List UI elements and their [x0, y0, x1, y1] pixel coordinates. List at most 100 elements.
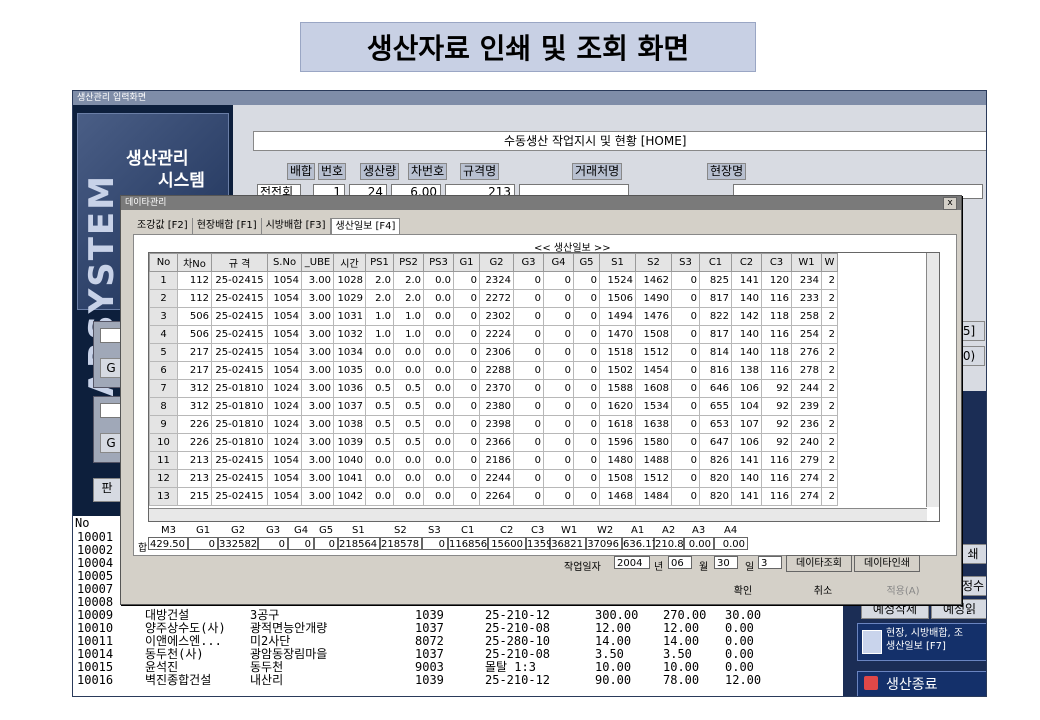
grid-vertical-scrollbar[interactable]	[926, 253, 939, 507]
column-header[interactable]: S.No	[267, 253, 302, 272]
exit-icon	[864, 676, 878, 690]
table-cell: 0	[543, 325, 574, 344]
column-header[interactable]: G1	[453, 253, 480, 272]
list-cell: 0.00	[725, 621, 754, 635]
table-cell: 2244	[479, 469, 514, 488]
day-from-field[interactable]: 30	[714, 556, 738, 569]
table-cell: 116	[761, 289, 792, 308]
apply-button[interactable]: 적용(A)	[871, 584, 935, 600]
table-row[interactable]: 3 506 25-02415 1054 3.00 1031 1.0 1.0 0.0 0 2302 0 0…	[149, 307, 838, 326]
table-cell: 1518	[599, 343, 636, 362]
totals-value: 15600	[488, 537, 526, 550]
column-header[interactable]: PS3	[423, 253, 454, 272]
production-grid[interactable]: No 차No 규 격 S.No _UBE 시간 PS1 PS2 PS3 G1 G2 G3 G4 G5 S1 S…	[148, 252, 940, 522]
column-header[interactable]: No	[149, 253, 178, 272]
right-button-6[interactable]: 쇄	[958, 544, 986, 564]
ok-button[interactable]: 확인	[711, 584, 775, 600]
list-cell: 25-280-10	[485, 634, 551, 648]
table-cell: 0.5	[365, 379, 394, 398]
column-header[interactable]: G5	[573, 253, 600, 272]
column-header[interactable]: S3	[671, 253, 700, 272]
table-row[interactable]: 12 213 25-02415 1054 3.00 1041 0.0 0.0 0.0 0 2244 0…	[149, 469, 838, 488]
list-cell: 14.00	[663, 634, 700, 648]
table-row[interactable]: 13 215 25-02415 1054 3.00 1042 0.0 0.0 0.0 0 2264 0…	[149, 487, 838, 506]
cancel-button[interactable]: 취소	[791, 584, 855, 600]
table-cell: 2272	[479, 289, 514, 308]
table-row[interactable]: 2 112 25-02415 1054 3.00 1029 2.0 2.0 0.0 0 2272 0 0…	[149, 289, 838, 308]
table-cell: 141	[731, 487, 762, 506]
table-cell: 12	[149, 469, 178, 488]
table-cell: 1039	[333, 433, 366, 452]
table-row[interactable]: 7 312 25-01810 1024 3.00 1036 0.5 0.5 0.0 0 2370 0 0…	[149, 379, 838, 398]
table-row[interactable]: 8 312 25-01810 1024 3.00 1037 0.5 0.5 0.0 0 2380 0 0…	[149, 397, 838, 416]
table-cell: 0	[671, 379, 700, 398]
table-cell: 92	[761, 415, 792, 434]
close-icon[interactable]: x	[943, 197, 957, 210]
column-header[interactable]: C2	[731, 253, 762, 272]
column-header[interactable]: _UBE	[301, 253, 334, 272]
dialog-tabs: 조강값 [F2] 현장배합 [F1] 시방배합 [F3] 생산일보 [F4]	[133, 218, 401, 235]
table-row[interactable]: 4 506 25-02415 1054 3.00 1032 1.0 1.0 0.0 0 2224 0 0…	[149, 325, 838, 344]
month-field[interactable]: 06	[668, 556, 692, 569]
table-cell: 25-02415	[211, 307, 268, 326]
left-button-g1[interactable]: G	[100, 358, 122, 378]
column-header[interactable]: C1	[699, 253, 732, 272]
table-cell: 116	[761, 361, 792, 380]
totals-value: 429.50	[148, 537, 188, 550]
tab-strength[interactable]: 조강값 [F2]	[133, 218, 193, 234]
totals-header: G2	[231, 525, 246, 536]
list-cell: 3.50	[663, 647, 692, 661]
table-row[interactable]: 10 226 25-01810 1024 3.00 1039 0.5 0.5 0.0 0 2366 0…	[149, 433, 838, 452]
table-cell: 0	[513, 343, 544, 362]
column-header[interactable]: S1	[599, 253, 636, 272]
table-cell: 0.0	[365, 343, 394, 362]
table-cell: 106	[731, 433, 762, 452]
column-header[interactable]: G3	[513, 253, 544, 272]
right-button-7[interactable]: 정수	[958, 576, 986, 596]
table-cell: 1032	[333, 325, 366, 344]
column-header[interactable]: W	[821, 253, 838, 272]
table-row[interactable]: 9 226 25-01810 1024 3.00 1038 0.5 0.5 0.0 0 2398 0 0…	[149, 415, 838, 434]
daily-report-button[interactable]: 현장, 시방배합, 조 생산일보 [F7]	[857, 623, 986, 661]
column-header[interactable]: 차No	[177, 253, 212, 272]
production-exit-button[interactable]: 생산종료	[857, 671, 986, 696]
table-row[interactable]: 1 112 25-02415 1054 3.00 1028 2.0 2.0 0.0 0 2324 0 0…	[149, 271, 838, 290]
table-cell: 1	[149, 271, 178, 290]
table-cell: 0.0	[423, 433, 454, 452]
table-cell: 1488	[635, 451, 672, 470]
year-field[interactable]: 2004	[614, 556, 650, 569]
column-header[interactable]: G2	[479, 253, 514, 272]
table-row[interactable]: 11 213 25-02415 1054 3.00 1040 0.0 0.0 0.0 0 2186 0…	[149, 451, 838, 470]
tab-site-mix[interactable]: 현장배합 [F1]	[193, 218, 262, 234]
column-header[interactable]: 시간	[333, 253, 366, 272]
list-cell: 25-210-12	[485, 673, 551, 687]
table-cell: 822	[699, 307, 732, 326]
column-header[interactable]: W1	[791, 253, 822, 272]
tab-daily-report[interactable]: 생산일보 [F4]	[330, 218, 401, 235]
column-header[interactable]: G4	[543, 253, 574, 272]
table-cell: 1638	[635, 415, 672, 434]
column-header[interactable]: C3	[761, 253, 792, 272]
data-query-button[interactable]: 데이타조회	[786, 555, 852, 572]
column-header[interactable]: S2	[635, 253, 672, 272]
column-header[interactable]: 규 격	[211, 253, 268, 272]
column-header[interactable]: PS1	[365, 253, 394, 272]
table-cell: 7	[149, 379, 178, 398]
table-row[interactable]: 6 217 25-02415 1054 3.00 1035 0.0 0.0 0.0 0 2288 0 0…	[149, 361, 838, 380]
left-button-g2[interactable]: G	[100, 433, 122, 453]
totals-header: G3	[266, 525, 281, 536]
table-cell: 0	[543, 433, 574, 452]
table-cell: 140	[731, 469, 762, 488]
grid-horizontal-scrollbar[interactable]	[149, 508, 927, 521]
left-button-p[interactable]: 판	[93, 478, 121, 502]
data-print-button[interactable]: 데이타인쇄	[854, 555, 920, 572]
table-cell: 1054	[267, 469, 302, 488]
list-cell: 내산리	[250, 673, 284, 687]
day-to-field[interactable]: 3	[758, 556, 782, 569]
table-cell: 0.0	[423, 415, 454, 434]
table-cell: 2.0	[365, 289, 394, 308]
table-row[interactable]: 5 217 25-02415 1054 3.00 1034 0.0 0.0 0.0 0 2306 0 0…	[149, 343, 838, 362]
tab-spec-mix[interactable]: 시방배합 [F3]	[262, 218, 331, 234]
list-cell: 78.00	[663, 673, 700, 687]
column-header[interactable]: PS2	[393, 253, 424, 272]
